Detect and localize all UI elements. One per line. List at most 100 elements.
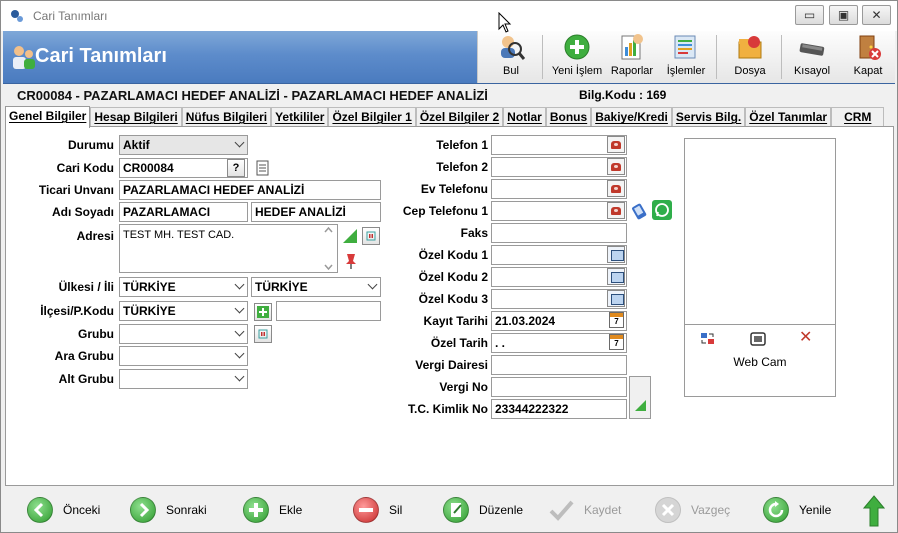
sonraki-button[interactable]: Sonraki xyxy=(130,496,207,524)
yenile-label: Yenile xyxy=(799,503,832,517)
yeni-islem-label: Yeni İşlem xyxy=(551,65,603,77)
vazgec-label: Vazgeç xyxy=(691,503,731,517)
alt-grubu-select[interactable] xyxy=(119,369,248,389)
ulkesi-select[interactable]: TÜRKİYE xyxy=(119,277,248,297)
check-icon xyxy=(548,497,574,523)
address-expand-icon[interactable] xyxy=(341,227,359,245)
document-icon[interactable] xyxy=(254,159,272,177)
kapat-label: Kapat xyxy=(853,65,883,77)
delete-photo-icon[interactable]: ✕ xyxy=(799,330,815,346)
adresi-scrollbar[interactable] xyxy=(321,225,336,272)
kaydet-button[interactable]: Kaydet xyxy=(548,496,621,524)
il-select[interactable]: TÜRKİYE xyxy=(251,277,381,297)
tax-expand-button[interactable] xyxy=(629,376,651,419)
faks-field[interactable] xyxy=(491,223,627,243)
app-icon xyxy=(9,8,25,24)
mouse-cursor-icon xyxy=(498,11,512,34)
adresi-textarea[interactable]: TEST MH. TEST CAD. xyxy=(119,224,338,273)
map-pin-icon[interactable] xyxy=(342,252,360,270)
tab-yetkililer[interactable]: Yetkililer xyxy=(271,107,329,127)
adi-soyadi-label: Adı Soyadı xyxy=(51,205,114,219)
toolbar-separator xyxy=(542,35,543,79)
ozel-kodu3-label: Özel Kodu 3 xyxy=(418,292,488,306)
kapat-button[interactable]: Kapat xyxy=(842,31,894,83)
vazgec-button[interactable]: Vazgeç xyxy=(655,496,730,524)
close-button[interactable]: ✕ xyxy=(862,5,891,25)
raporlar-button[interactable]: Raporlar xyxy=(606,31,658,83)
lookup-icon[interactable] xyxy=(607,268,625,285)
group-pause-icon[interactable] xyxy=(254,325,272,343)
vergi-no-field[interactable] xyxy=(491,377,627,397)
tab-bonus[interactable]: Bonus xyxy=(545,107,592,127)
maximize-button[interactable]: ▣ xyxy=(829,5,858,25)
tab-servis-bilg[interactable]: Servis Bilg. xyxy=(671,107,746,127)
chevron-down-icon xyxy=(234,303,245,314)
duzenle-button[interactable]: Düzenle xyxy=(443,496,523,524)
whatsapp-icon[interactable] xyxy=(652,200,672,220)
cancel-icon xyxy=(655,497,681,523)
ev-telefonu-label: Ev Telefonu xyxy=(420,182,488,196)
record-info-bar: CR00084 - PAZARLAMACI HEDEF ANALİZİ - PA… xyxy=(3,85,895,105)
soyadi-field[interactable]: HEDEF ANALİZİ xyxy=(251,202,381,222)
bul-button[interactable]: Bul xyxy=(484,31,538,83)
islemler-button[interactable]: İşlemler xyxy=(660,31,712,83)
ekle-button[interactable]: Ekle xyxy=(243,496,302,524)
telefon1-label: Telefon 1 xyxy=(436,138,488,152)
scroll-top-button[interactable] xyxy=(862,495,886,527)
yenile-button[interactable]: Yenile xyxy=(763,496,831,524)
adi-field[interactable]: PAZARLAMACI xyxy=(119,202,248,222)
il-value: TÜRKİYE xyxy=(255,280,308,294)
onceki-button[interactable]: Önceki xyxy=(27,496,100,524)
keyboard-icon xyxy=(798,33,826,61)
tab-ozel-bilgiler-2[interactable]: Özel Bilgiler 2 xyxy=(415,107,504,127)
users-icon xyxy=(11,43,37,71)
ozel-tarih-field[interactable]: . . xyxy=(491,333,627,353)
chevron-down-icon xyxy=(234,371,245,382)
lookup-icon[interactable] xyxy=(607,246,625,263)
search-user-icon xyxy=(497,33,526,61)
vergi-dairesi-label: Vergi Dairesi xyxy=(415,358,488,372)
tab-bakiye-kredi[interactable]: Bakiye/Kredi xyxy=(591,107,672,127)
tab-genel-bilgiler[interactable]: Genel Bilgiler xyxy=(5,106,91,128)
swap-camera-icon[interactable] xyxy=(699,331,717,347)
calendar-icon[interactable]: 7 xyxy=(609,312,624,328)
calendar-icon[interactable]: 7 xyxy=(609,334,624,350)
phone-icon[interactable] xyxy=(607,136,625,153)
plus-icon xyxy=(243,497,269,523)
ara-grubu-select[interactable] xyxy=(119,346,248,366)
ilce-select[interactable]: TÜRKİYE xyxy=(119,301,248,321)
camera-frame-icon[interactable] xyxy=(750,331,766,347)
durumu-select[interactable]: Aktif xyxy=(119,135,248,155)
posta-kodu-field[interactable] xyxy=(276,301,381,321)
sil-button[interactable]: Sil xyxy=(353,496,402,524)
pause-icon[interactable] xyxy=(362,227,380,245)
tab-ozel-tanimlar[interactable]: Özel Tanımlar xyxy=(745,107,832,127)
toolbar-separator xyxy=(781,35,782,79)
main-window: Cari Tanımları ▭ ▣ ✕ Cari Tanımları Bul … xyxy=(0,0,898,533)
kayit-tarihi-field[interactable]: 21.03.2024 xyxy=(491,311,627,331)
tab-hesap-bilgileri[interactable]: Hesap Bilgileri xyxy=(90,107,182,127)
code-lookup-button[interactable]: ? xyxy=(227,159,245,177)
sms-icon[interactable] xyxy=(630,201,650,221)
phone-icon[interactable] xyxy=(607,158,625,175)
grubu-select[interactable] xyxy=(119,324,248,344)
ticari-unvani-field[interactable]: PAZARLAMACI HEDEF ANALİZİ xyxy=(119,180,381,200)
kisayol-button[interactable]: Kısayol xyxy=(786,31,838,83)
dosya-button[interactable]: Dosya xyxy=(722,31,778,83)
web-cam-label[interactable]: Web Cam xyxy=(685,355,835,369)
lookup-icon[interactable] xyxy=(607,290,625,307)
phone-icon[interactable] xyxy=(607,180,625,197)
minimize-icon: ▭ xyxy=(803,8,816,22)
tab-ozel-bilgiler-1[interactable]: Özel Bilgiler 1 xyxy=(328,107,416,127)
minimize-button[interactable]: ▭ xyxy=(795,5,824,25)
phone-icon[interactable] xyxy=(607,202,625,219)
add-district-button[interactable] xyxy=(254,303,272,321)
photo-box[interactable] xyxy=(684,138,836,325)
tc-kimlik-field[interactable]: 23344222322 xyxy=(491,399,627,419)
yeni-islem-button[interactable]: Yeni İşlem xyxy=(548,31,606,83)
tab-notlar[interactable]: Notlar xyxy=(503,107,546,127)
tab-crm[interactable]: CRM xyxy=(831,107,885,127)
vergi-dairesi-field[interactable] xyxy=(491,355,627,375)
tab-nufus-bilgileri[interactable]: Nüfus Bilgileri xyxy=(181,107,272,127)
sonraki-label: Sonraki xyxy=(166,503,207,517)
